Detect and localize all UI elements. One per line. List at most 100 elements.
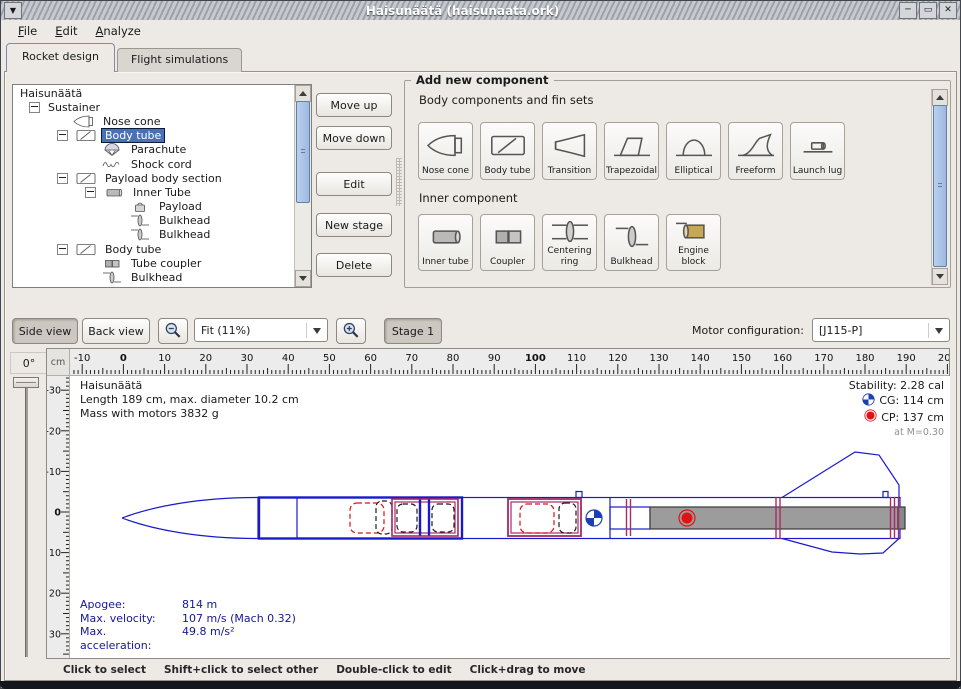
body-tube-icon	[73, 242, 99, 257]
flight-stats: Apogee:814 mMax. velocity:107 m/s (Mach …	[80, 598, 296, 652]
svg-text:140: 140	[691, 353, 710, 364]
expander-icon[interactable]	[57, 244, 68, 255]
cp-symbol-icon	[864, 409, 877, 426]
tree-item-sustainer[interactable]: Sustainer	[14, 100, 294, 114]
tree-item-nose-cone[interactable]: Nose cone	[14, 114, 294, 128]
tab-bar: Rocket designFlight simulations	[6, 43, 242, 72]
expander-icon[interactable]	[57, 173, 68, 184]
menu-edit[interactable]: Edit	[46, 21, 86, 41]
scroll-up-icon[interactable]	[932, 89, 948, 106]
bulkhead-icon	[127, 213, 153, 228]
tree-item-parachute[interactable]: Parachute	[14, 143, 294, 157]
add-trapezoidal-button[interactable]: Trapezoidal	[604, 122, 659, 180]
svg-text:70: 70	[405, 353, 418, 364]
component-button-label: Bulkhead	[610, 257, 652, 267]
svg-text:30: 30	[241, 353, 254, 364]
minimize-button[interactable]: ─	[899, 2, 917, 19]
menu-analyze[interactable]: Analyze	[87, 21, 150, 41]
add-centering-ring-button[interactable]: Centering ring	[542, 214, 597, 271]
tree-item-bulkhead[interactable]: Bulkhead	[14, 270, 294, 284]
add-transition-button[interactable]: Transition	[542, 122, 597, 180]
component-scrollbar-thumb[interactable]	[933, 105, 947, 267]
tree-item-haisun-t-[interactable]: Haisunäätä	[14, 86, 294, 100]
scroll-down-icon[interactable]	[932, 268, 948, 285]
inner-tube-icon	[101, 185, 127, 200]
zoom-out-button[interactable]	[158, 318, 188, 344]
add-launch-lug-button[interactable]: Launch lug	[790, 122, 845, 180]
svg-text:-20: -20	[47, 426, 61, 437]
trapezoidal-icon	[611, 132, 653, 159]
component-tree[interactable]: HaisunäätäSustainerNose coneBody tubePar…	[14, 86, 294, 286]
expander-icon[interactable]	[29, 102, 40, 113]
add-freeform-button[interactable]: Freeform	[728, 122, 783, 180]
menu-file[interactable]: File	[9, 21, 46, 41]
move-down-button[interactable]: Move down	[316, 126, 392, 150]
tree-item-payload[interactable]: Payload	[14, 200, 294, 214]
magnifier-minus-icon	[163, 321, 183, 341]
side-view-button[interactable]: Side view	[12, 318, 78, 344]
rotation-slider-thumb[interactable]	[13, 377, 39, 388]
tab-flight-simulations[interactable]: Flight simulations	[117, 48, 242, 72]
tree-scrollbar[interactable]	[294, 85, 311, 287]
rocket-summary-line: Length 189 cm, max. diameter 10.2 cm	[80, 393, 299, 407]
mach-condition: at M=0.30	[849, 426, 944, 440]
zoom-in-button[interactable]	[336, 318, 366, 344]
component-button-label: Engine block	[668, 246, 719, 267]
shock-cord-outline	[376, 501, 392, 534]
close-button[interactable]: ✕	[939, 2, 957, 19]
add-elliptical-button[interactable]: Elliptical	[666, 122, 721, 180]
tree-item-body-tube[interactable]: Body tube	[14, 242, 294, 256]
add-coupler-button[interactable]: Coupler	[480, 214, 535, 271]
component-scrollbar[interactable]	[931, 89, 948, 285]
menu-bar: FileEditAnalyze	[1, 20, 960, 42]
svg-text:20: 20	[199, 353, 212, 364]
add-body-tube-button[interactable]: Body tube	[480, 122, 535, 180]
launch-lug-icon	[797, 132, 839, 159]
svg-text:40: 40	[282, 353, 295, 364]
add-bulkhead-button[interactable]: Bulkhead	[604, 214, 659, 271]
tree-item-shock-cord[interactable]: Shock cord	[14, 157, 294, 171]
tree-item-body-tube[interactable]: Body tube	[14, 129, 294, 143]
freeform-icon	[735, 132, 777, 159]
tree-scrollbar-thumb[interactable]	[296, 101, 310, 203]
section-label-inner-component: Inner component	[419, 191, 518, 205]
expander-icon[interactable]	[85, 187, 96, 198]
delete-button[interactable]: Delete	[316, 253, 392, 277]
elliptical-icon	[673, 132, 715, 159]
add-inner-tube-button[interactable]: Inner tube	[418, 214, 473, 271]
tree-item-bulkhead[interactable]: Bulkhead	[14, 228, 294, 242]
tree-item-tube-coupler[interactable]: Tube coupler	[14, 256, 294, 270]
rotation-slider-track[interactable]	[25, 377, 28, 657]
rocket-canvas[interactable]: HaisunäätäLength 189 cm, max. diameter 1…	[70, 376, 950, 658]
tree-item-bulkhead[interactable]: Bulkhead	[14, 214, 294, 228]
edit-button[interactable]: Edit	[316, 172, 392, 196]
panel-splitter-grip[interactable]	[396, 158, 402, 206]
add-nose-cone-button[interactable]: Nose cone	[418, 122, 473, 180]
motor-configuration-value: [J115-P]	[819, 324, 862, 337]
stat-label: Max. velocity:	[80, 612, 180, 626]
window-menu-icon[interactable]: ▼	[4, 2, 22, 19]
back-view-button[interactable]: Back view	[82, 318, 150, 344]
vertical-ruler: -30-20-100102030	[47, 375, 70, 658]
scroll-down-icon[interactable]	[295, 270, 311, 287]
body-tube-icon	[73, 128, 99, 143]
centering-ring-icon	[549, 218, 591, 245]
tab-rocket-design[interactable]: Rocket design	[6, 43, 115, 72]
svg-text:0: 0	[120, 353, 127, 364]
svg-text:200: 200	[938, 353, 949, 364]
new-stage-button[interactable]: New stage	[316, 213, 392, 237]
scroll-up-icon[interactable]	[295, 85, 311, 102]
component-button-label: Centering ring	[544, 246, 595, 267]
maximize-button[interactable]: ▭	[919, 2, 937, 19]
tree-item-payload-body-section[interactable]: Payload body section	[14, 171, 294, 185]
move-up-button[interactable]: Move up	[316, 93, 392, 117]
motor-configuration-select[interactable]: [J115-P]	[812, 318, 950, 342]
rocket-figure-pane: cm -100102030405060708090100110120130140…	[46, 348, 950, 659]
expander-icon[interactable]	[57, 130, 68, 141]
tree-item-inner-tube[interactable]: Inner Tube	[14, 185, 294, 199]
add-engine-block-button[interactable]: Engine block	[666, 214, 721, 271]
tree-item-label: Payload body section	[102, 172, 225, 185]
title-bar[interactable]: ▼ Haisunäätä (haisunaata.ork) ─ ▭ ✕	[1, 1, 960, 20]
stage-1-toggle[interactable]: Stage 1	[384, 318, 442, 344]
zoom-level-select[interactable]: Fit (11%)	[194, 318, 328, 342]
